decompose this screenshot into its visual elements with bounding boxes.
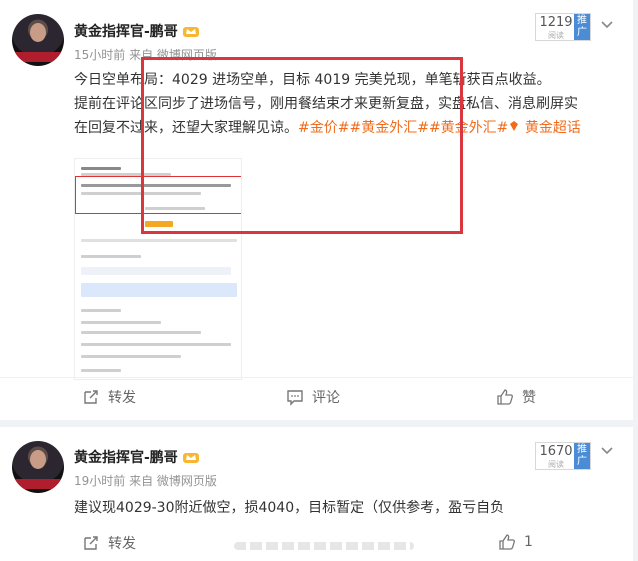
super-topic-icon <box>510 121 519 131</box>
read-count-badge: 1670 阅读 推广 <box>535 442 591 470</box>
read-count: 1670 <box>539 444 573 459</box>
avatar[interactable] <box>12 441 64 493</box>
promote-button[interactable]: 推广 <box>574 443 590 469</box>
repost-icon <box>84 390 98 404</box>
highlight-box <box>141 57 463 234</box>
post-text: 建议现4029-30附近做空，损4040，目标暂定（仅供参考，盈亏自负 <box>74 500 505 516</box>
like-button[interactable]: 1 <box>498 533 533 551</box>
post-actions: 转发 评论 赞 <box>0 377 633 413</box>
username[interactable]: 黄金指挥官-鹏哥 <box>74 447 200 467</box>
crown-badge-icon <box>182 453 199 463</box>
post-meta: 19小时前 来自 微博网页版 <box>74 472 217 489</box>
post-actions: 转发 1 <box>0 524 633 560</box>
username[interactable]: 黄金指挥官-鹏哥 <box>74 21 200 41</box>
read-label: 阅读 <box>548 31 564 40</box>
comment-icon <box>287 390 303 406</box>
chevron-down-icon[interactable] <box>600 444 614 458</box>
thumbs-up-icon <box>497 389 513 405</box>
read-label: 阅读 <box>548 460 564 469</box>
chevron-down-icon[interactable] <box>600 18 614 32</box>
comment-button[interactable]: 评论 <box>286 387 340 407</box>
post-time[interactable]: 19小时前 <box>74 474 125 488</box>
post-time[interactable]: 15小时前 <box>74 48 125 62</box>
repost-icon <box>84 536 98 550</box>
repost-button[interactable]: 转发 <box>82 533 136 553</box>
like-button[interactable]: 赞 <box>496 387 536 407</box>
topic-link-super[interactable]: 黄金超话 <box>508 120 581 136</box>
avatar[interactable] <box>12 14 64 66</box>
promote-button[interactable]: 推广 <box>574 14 590 40</box>
read-count-badge: 1219 阅读 推广 <box>535 13 591 41</box>
like-count: 1 <box>524 534 533 550</box>
repost-button[interactable]: 转发 <box>82 387 136 407</box>
post-source: 来自 微博网页版 <box>129 474 217 488</box>
read-count: 1219 <box>539 15 573 30</box>
crown-badge-icon <box>182 27 199 37</box>
thumbs-up-icon <box>499 534 515 550</box>
